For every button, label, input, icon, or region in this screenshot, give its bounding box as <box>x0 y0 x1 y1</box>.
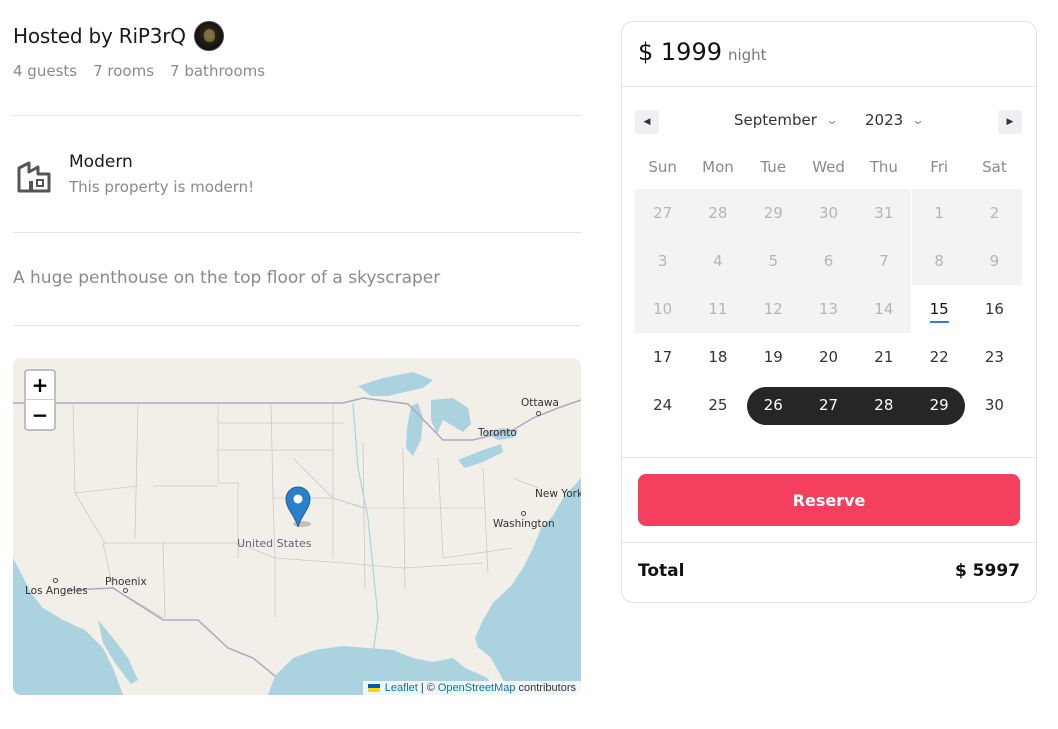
zoom-out-button[interactable]: − <box>26 400 54 429</box>
weekday-label: Mon <box>702 158 734 176</box>
calendar-day[interactable]: 25 <box>690 381 745 429</box>
calendar-day: 31 <box>856 189 912 237</box>
divider <box>13 115 581 116</box>
calendar-day: 7 <box>856 237 912 285</box>
month-value: September <box>734 111 817 129</box>
city-dot <box>123 588 128 593</box>
previous-month-button[interactable]: ◀ <box>635 110 659 134</box>
calendar-day[interactable]: 26 <box>746 381 801 429</box>
location-marker-icon[interactable] <box>285 485 313 529</box>
weekday-label: Sat <box>982 158 1007 176</box>
calendar-day[interactable]: 16 <box>967 285 1022 333</box>
calendar-day: 11 <box>690 285 746 333</box>
avatar <box>193 21 224 51</box>
calendar-day: 1 <box>911 189 967 237</box>
listing-stats: 4 guests 7 rooms 7 bathrooms <box>13 62 265 80</box>
calendar-day: 12 <box>745 285 801 333</box>
ukraine-flag-icon <box>367 684 380 692</box>
weekday-label: Sun <box>648 158 677 176</box>
price-unit: night <box>727 46 767 64</box>
calendar-day: 4 <box>690 237 746 285</box>
total-value: $ 5997 <box>954 561 1020 581</box>
map-label-toronto: Toronto <box>478 427 517 439</box>
calendar-day: 28 <box>690 189 746 237</box>
city-dot <box>521 511 526 516</box>
map-label-washington: Washington <box>493 518 555 530</box>
calendar-day: 13 <box>800 285 857 333</box>
map-label-phoenix: Phoenix <box>105 576 147 588</box>
osm-link[interactable]: OpenStreetMap <box>438 682 516 694</box>
attribution-separator: | © <box>420 682 435 694</box>
host-row: Hosted by RiP3rQ <box>13 20 224 52</box>
leaflet-link[interactable]: Leaflet <box>385 682 418 694</box>
calendar-day[interactable]: 20 <box>801 333 856 381</box>
next-month-button[interactable]: ▶ <box>998 110 1022 134</box>
map-attribution: Leaflet | © OpenStreetMap contributors <box>362 681 581 695</box>
price-row: $ 1999 night <box>638 38 767 66</box>
calendar-day[interactable]: 29 <box>912 381 967 429</box>
map-label-new-york: New York <box>535 488 581 500</box>
calendar-day[interactable]: 17 <box>635 333 690 381</box>
calendar-day: 3 <box>635 237 691 285</box>
rooms-count: 7 rooms <box>93 62 155 80</box>
guests-count: 4 guests <box>13 62 78 80</box>
month-select[interactable]: September ⌄ <box>734 111 839 129</box>
calendar-day: 30 <box>800 189 857 237</box>
weekday-label: Thu <box>869 158 898 176</box>
weekday-label: Fri <box>930 158 949 176</box>
nightly-price: $ 1999 <box>638 38 722 66</box>
calendar-day[interactable]: 19 <box>746 333 801 381</box>
city-dot <box>536 411 541 416</box>
host-title: Hosted by RiP3rQ <box>13 24 186 48</box>
weekday-label: Tue <box>760 158 787 176</box>
location-map[interactable]: + − Ottawa Toronto New York Washington U… <box>13 358 581 695</box>
attribution-suffix: contributors <box>518 682 576 694</box>
chevron-down-icon: ⌄ <box>911 113 925 127</box>
calendar-day: 5 <box>745 237 801 285</box>
city-dot <box>53 578 58 583</box>
map-label-united-states: United States <box>237 537 312 550</box>
calendar-day: 6 <box>800 237 857 285</box>
calendar-day: 10 <box>635 285 691 333</box>
category-description: This property is modern! <box>69 178 255 196</box>
divider <box>13 232 581 233</box>
calendar-day[interactable]: 28 <box>856 381 911 429</box>
category-info: Modern This property is modern! <box>13 152 254 196</box>
map-label-ottawa: Ottawa <box>521 397 559 409</box>
booking-card: $ 1999 night ◀ September ⌄ 2023 ⌄ ▶ Sun M… <box>621 21 1037 603</box>
total-row: Total $ 5997 <box>638 561 1020 581</box>
reserve-button[interactable]: Reserve <box>638 474 1020 526</box>
calendar-day[interactable]: 18 <box>690 333 745 381</box>
calendar-day[interactable]: 22 <box>912 333 967 381</box>
calendar-day: 29 <box>745 189 801 237</box>
year-value: 2023 <box>865 111 904 129</box>
calendar-day[interactable]: 21 <box>856 333 911 381</box>
calendar-day: 14 <box>856 285 912 333</box>
chevron-down-icon: ⌄ <box>825 113 839 127</box>
map-label-los-angeles: Los Angeles <box>25 585 88 597</box>
bathrooms-count: 7 bathrooms <box>170 62 266 80</box>
listing-description: A huge penthouse on the top floor of a s… <box>13 268 441 288</box>
total-label: Total <box>638 561 685 581</box>
calendar-day[interactable]: 23 <box>967 333 1022 381</box>
divider <box>622 542 1036 543</box>
calendar-day: 27 <box>635 189 691 237</box>
divider <box>622 457 1036 458</box>
divider <box>13 325 581 326</box>
calendar-day[interactable]: 15 <box>912 285 967 333</box>
calendar-day[interactable]: 30 <box>967 381 1022 429</box>
calendar-day[interactable]: 27 <box>801 381 856 429</box>
year-select[interactable]: 2023 ⌄ <box>865 111 925 129</box>
building-icon <box>17 161 51 193</box>
calendar-day: 2 <box>966 189 1023 237</box>
zoom-control: + − <box>24 369 56 431</box>
calendar-day: 8 <box>911 237 967 285</box>
calendar-day[interactable]: 24 <box>635 381 690 429</box>
divider <box>622 86 1036 87</box>
zoom-in-button[interactable]: + <box>26 371 54 400</box>
calendar-day: 9 <box>966 237 1023 285</box>
weekday-label: Wed <box>812 158 845 176</box>
category-label: Modern <box>69 152 133 172</box>
